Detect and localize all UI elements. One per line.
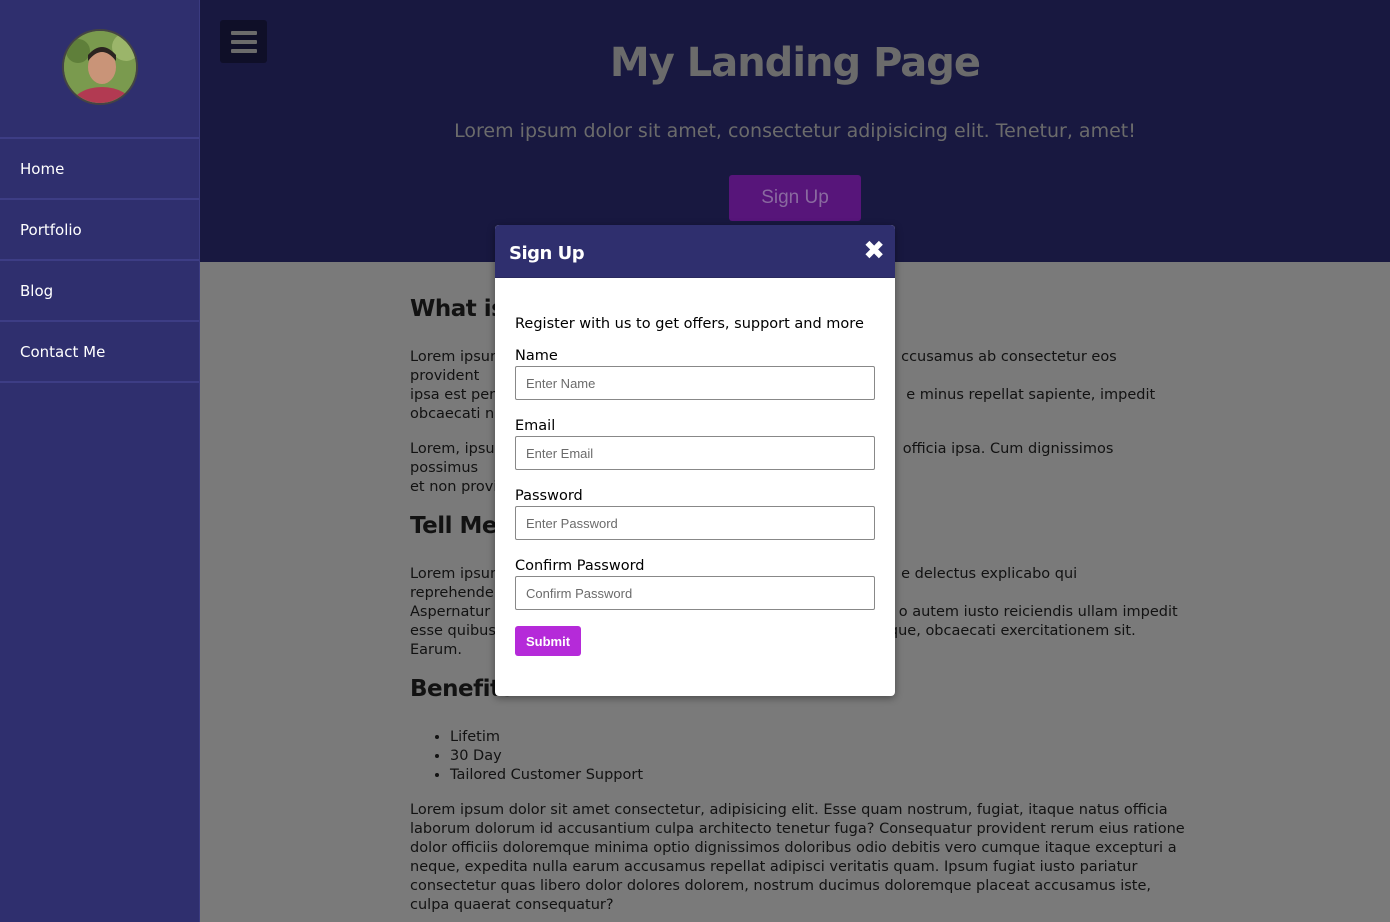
sidebar-item-blog[interactable]: Blog <box>0 261 199 322</box>
confirm-password-field[interactable] <box>515 576 875 610</box>
paragraph-fragment: Aspernatur a <box>410 604 504 620</box>
modal-intro-text: Register with us to get offers, support … <box>515 316 864 332</box>
name-label: Name <box>515 348 558 364</box>
page-title: My Landing Page <box>609 40 981 86</box>
avatar-container <box>0 0 199 139</box>
password-field[interactable] <box>515 506 875 540</box>
hamburger-bar <box>230 30 257 35</box>
hero-header: My Landing Page Lorem ipsum dolor sit am… <box>200 0 1390 262</box>
avatar <box>61 29 138 105</box>
email-label: Email <box>515 418 556 434</box>
paragraph-fragment: obcaecati ne <box>410 406 504 422</box>
sidebar-item-label: Portfolio <box>20 220 82 239</box>
paragraph: Lorem ipsum dolor sit amet consectetur, … <box>410 802 1185 913</box>
name-field[interactable] <box>515 366 875 400</box>
hero-signup-button[interactable]: Sign Up <box>729 175 861 221</box>
paragraph-fragment: o autem iusto reiciendis ullam impedit <box>898 604 1178 620</box>
sidebar-item-label: Contact Me <box>20 342 106 361</box>
sidebar: Home Portfolio Blog Contact Me <box>0 0 200 922</box>
submit-button[interactable]: Submit <box>515 626 581 656</box>
modal-header: Sign Up ✖ <box>495 225 895 278</box>
paragraph-fragment: e minus repellat sapiente, impedit <box>906 387 1156 403</box>
paragraph-fragment: Lorem ipsum <box>410 566 505 582</box>
sidebar-item-portfolio[interactable]: Portfolio <box>0 200 199 261</box>
confirm-password-label: Confirm Password <box>515 558 645 574</box>
email-field[interactable] <box>515 436 875 470</box>
sidebar-item-contact[interactable]: Contact Me <box>0 322 199 383</box>
modal-title: Sign Up <box>509 242 585 264</box>
paragraph-fragment: ipsa est perf <box>410 387 501 403</box>
sidebar-item-label: Blog <box>20 281 54 300</box>
benefits-list: Lifetim 30 Day Tailored Customer Support <box>450 728 1185 785</box>
modal-body: Register with us to get offers, support … <box>495 278 895 656</box>
signup-modal: Sign Up ✖ Register with us to get offers… <box>495 225 895 696</box>
hero-subtitle: Lorem ipsum dolor sit amet, consectetur … <box>454 120 1136 142</box>
paragraph-fragment: et non provi <box>410 479 498 495</box>
list-item: Lifetim <box>450 728 1185 747</box>
paragraph-fragment: Lorem, ipsum <box>410 441 509 457</box>
list-item: 30 Day <box>450 747 1185 766</box>
close-icon[interactable]: ✖ <box>863 238 885 264</box>
paragraph-fragment: Lorem ipsum <box>410 349 505 365</box>
sidebar-item-home[interactable]: Home <box>0 139 199 200</box>
list-item: Tailored Customer Support <box>450 766 1185 785</box>
paragraph-fragment: esse quibusc <box>410 623 504 639</box>
password-label: Password <box>515 488 583 504</box>
sidebar-item-label: Home <box>20 159 65 178</box>
